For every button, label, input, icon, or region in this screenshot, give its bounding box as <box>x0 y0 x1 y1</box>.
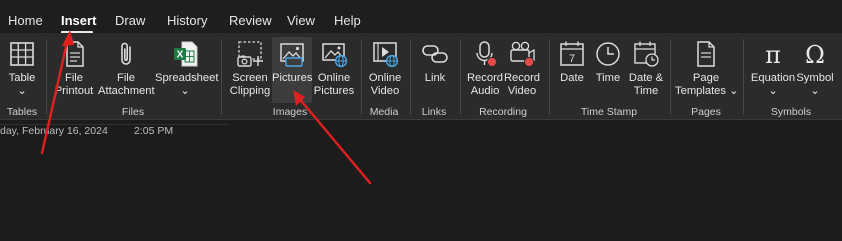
online-video-icon <box>373 42 399 68</box>
group-separator <box>743 39 744 115</box>
date-label: Date <box>560 72 584 84</box>
file-attachment-button[interactable]: File Attachment <box>98 39 155 103</box>
online-pictures-icon <box>322 43 348 68</box>
svg-text:X: X <box>177 50 184 61</box>
group-separator <box>460 39 461 115</box>
online-video-label-2: Video <box>370 85 400 97</box>
time-label: Time <box>595 72 621 84</box>
table-dropdown-caret: ⌄ <box>17 85 27 97</box>
group-separator <box>46 39 47 115</box>
group-separator <box>361 39 362 115</box>
equation-label: Equation <box>750 72 796 84</box>
time-button[interactable]: Time <box>591 39 625 103</box>
pictures-icon <box>280 43 304 67</box>
pictures-button[interactable]: Pictures <box>272 37 312 103</box>
pictures-label: Pictures <box>272 72 313 84</box>
page-templates-button[interactable]: Page Templates ⌄ <box>675 39 739 103</box>
page-date: day, February 16, 2024 <box>0 125 108 137</box>
date-button[interactable]: 7 Date <box>555 39 589 103</box>
link-label: Link <box>424 72 446 84</box>
group-label-symbols: Symbols <box>770 106 812 118</box>
svg-text:π: π <box>765 41 781 69</box>
group-separator <box>410 39 411 115</box>
symbol-button[interactable]: Ω Symbol ⌄ <box>795 39 835 103</box>
record-audio-label-1: Record <box>466 72 504 84</box>
file-attachment-label-1: File <box>116 72 136 84</box>
date-time-button[interactable]: Date & Time <box>627 39 665 103</box>
group-separator <box>221 39 222 115</box>
record-video-label-1: Record <box>503 72 541 84</box>
group-label-recording: Recording <box>479 106 527 118</box>
tab-view[interactable]: View <box>287 13 315 28</box>
insert-ribbon: Table ⌄ Tables File Printout File Attachmen… <box>0 33 842 120</box>
equation-button[interactable]: π Equation ⌄ <box>749 39 797 103</box>
group-label-time-stamp: Time Stamp <box>580 106 638 118</box>
screen-clipping-icon <box>237 41 263 67</box>
online-video-button[interactable]: Online Video <box>365 39 405 103</box>
online-pictures-label-2: Pictures <box>313 85 355 97</box>
group-separator <box>670 39 671 115</box>
group-label-files: Files <box>121 106 145 118</box>
group-separator <box>549 39 550 115</box>
tab-draw[interactable]: Draw <box>115 13 145 28</box>
symbol-dropdown-caret: ⌄ <box>810 85 820 97</box>
link-button[interactable]: Link <box>415 39 455 103</box>
calendar-icon: 7 <box>560 41 584 66</box>
date-time-label-1: Date & <box>628 72 664 84</box>
online-pictures-label-1: Online <box>317 72 351 84</box>
page-templates-label-2: Templates ⌄ <box>675 85 739 97</box>
group-label-links: Links <box>421 106 447 118</box>
tab-home[interactable]: Home <box>8 13 43 28</box>
group-label-media: Media <box>369 106 399 118</box>
online-pictures-button[interactable]: Online Pictures <box>313 39 355 103</box>
record-audio-label-2: Audio <box>470 85 500 97</box>
pi-icon: π <box>765 41 781 69</box>
svg-text:7: 7 <box>569 53 575 65</box>
table-icon <box>10 42 34 66</box>
spreadsheet-label: Spreadsheet <box>155 72 219 84</box>
tab-insert[interactable]: Insert <box>61 13 96 28</box>
svg-text:Ω: Ω <box>805 41 825 69</box>
group-label-tables: Tables <box>6 106 38 118</box>
record-video-label-2: Video <box>507 85 537 97</box>
table-button[interactable]: Table ⌄ <box>4 39 40 103</box>
group-label-images: Images <box>272 106 308 118</box>
screen-clipping-label-1: Screen <box>232 72 268 84</box>
record-audio-button[interactable]: Record Audio <box>466 39 504 103</box>
tab-help[interactable]: Help <box>334 13 361 28</box>
link-icon <box>422 45 448 63</box>
screen-clipping-label-2: Clipping <box>229 85 271 97</box>
symbol-label: Symbol <box>796 72 834 84</box>
excel-icon: X <box>174 41 198 67</box>
calendar-clock-icon <box>634 41 659 67</box>
equation-dropdown-caret: ⌄ <box>768 85 778 97</box>
page-templates-label-1: Page <box>692 72 720 84</box>
file-printout-button[interactable]: File Printout <box>52 39 96 103</box>
group-label-pages: Pages <box>691 106 721 118</box>
file-attachment-label-2: Attachment <box>98 85 155 97</box>
file-printout-icon <box>66 41 84 67</box>
screen-clipping-button[interactable]: Screen Clipping <box>228 39 272 103</box>
tab-history[interactable]: History <box>167 13 207 28</box>
file-printout-label-2: Printout <box>54 85 94 97</box>
online-video-label-1: Online <box>368 72 402 84</box>
paperclip-icon <box>121 42 131 65</box>
record-video-button[interactable]: Record Video <box>503 39 541 103</box>
table-label: Table <box>8 72 36 84</box>
video-camera-icon <box>510 41 535 68</box>
menu-tab-bar: Home Insert Draw History Review View Hel… <box>0 0 842 34</box>
spreadsheet-dropdown-caret: ⌄ <box>180 85 190 97</box>
spreadsheet-button[interactable]: X Spreadsheet ⌄ <box>155 39 219 103</box>
clock-icon <box>596 42 620 66</box>
microphone-icon <box>476 41 498 68</box>
file-printout-label-1: File <box>64 72 84 84</box>
page-templates-icon <box>697 41 715 67</box>
date-time-label-2: Time <box>633 85 659 97</box>
tab-review[interactable]: Review <box>229 13 272 28</box>
page-time: 2:05 PM <box>134 125 174 137</box>
omega-icon: Ω <box>805 41 825 69</box>
